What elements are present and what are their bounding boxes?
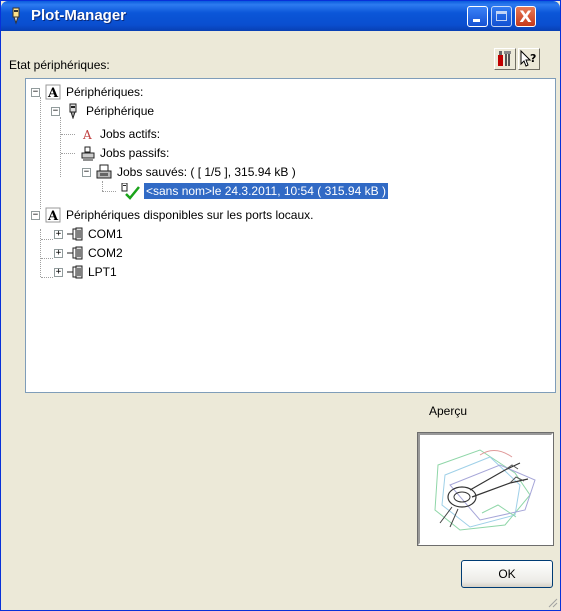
- tree-line: [40, 97, 41, 209]
- tree-line: [41, 277, 53, 278]
- expand-icon[interactable]: +: [54, 268, 63, 277]
- plot-a-icon: A: [80, 126, 96, 142]
- expand-icon[interactable]: +: [54, 249, 63, 258]
- tree-item-label: LPT1: [88, 265, 117, 279]
- font-a-icon: A: [45, 207, 61, 224]
- tree-item-label: Périphériques disponibles sur les ports …: [66, 208, 314, 222]
- context-help-icon: ?: [520, 49, 536, 67]
- collapse-icon[interactable]: −: [31, 211, 40, 220]
- font-a-icon: A: [45, 84, 61, 101]
- port-connector-icon: [67, 226, 83, 242]
- tree-item-label: Jobs passifs:: [100, 146, 170, 160]
- tree-line: [61, 153, 75, 154]
- resize-grip-icon[interactable]: [546, 596, 558, 608]
- context-help-button[interactable]: ?: [518, 48, 540, 70]
- title-bar[interactable]: Plot-Manager X: [1, 1, 560, 31]
- tree-line: [40, 229, 41, 277]
- tree-item-label: Périphérique: [86, 104, 155, 118]
- expand-icon[interactable]: +: [54, 230, 63, 239]
- tree-item-label: Périphériques:: [66, 85, 144, 99]
- port-connector-icon: [67, 264, 83, 280]
- device-status-label: Etat périphériques:: [9, 58, 110, 72]
- tree-line: [102, 191, 116, 192]
- collapse-icon[interactable]: −: [31, 88, 40, 97]
- tree-item-label: COM2: [88, 246, 123, 260]
- plotter-icon: [65, 103, 81, 120]
- preview-label: Aperçu: [429, 404, 468, 418]
- preview-pane: [417, 432, 554, 546]
- plotter-icon: [12, 7, 20, 25]
- minimize-button[interactable]: [467, 6, 488, 27]
- tree-line: [41, 258, 53, 259]
- svg-text:A: A: [47, 209, 59, 223]
- tree-line: [41, 239, 53, 240]
- collapse-icon[interactable]: −: [82, 168, 91, 177]
- svg-text:?: ?: [530, 52, 536, 65]
- tree-line: [61, 134, 75, 135]
- tree-item-label: <sans nom>le 24.3.2011, 10:54 ( 315.94 k…: [144, 183, 388, 199]
- svg-text:A: A: [82, 128, 92, 142]
- job-done-icon: [120, 182, 140, 200]
- device-tree[interactable]: − A Périphériques: − Périphérique A Jobs…: [25, 78, 556, 393]
- saved-jobs-icon: [96, 164, 112, 180]
- plot-preview-image: [434, 449, 536, 531]
- tree-line: [60, 117, 61, 177]
- tree-line: [102, 181, 103, 191]
- ok-button[interactable]: OK: [461, 560, 553, 588]
- port-connector-icon: [67, 245, 83, 261]
- plot-manager-window: Plot-Manager X Etat périphériques: ? − A…: [0, 0, 561, 611]
- svg-text:A: A: [47, 86, 59, 100]
- tree-item-label: Jobs sauvés: ( [ 1/5 ], 315.94 kB ): [117, 165, 296, 179]
- tree-item-label: Jobs actifs:: [100, 127, 161, 141]
- maximize-icon: [496, 11, 507, 21]
- close-button[interactable]: X: [515, 6, 536, 27]
- collapse-icon[interactable]: −: [51, 107, 60, 116]
- window-title: Plot-Manager: [31, 7, 127, 24]
- tools-icon: [498, 51, 511, 66]
- printer-tray-icon: [80, 145, 96, 161]
- maximize-button[interactable]: [491, 6, 512, 27]
- tree-item-label: COM1: [88, 227, 123, 241]
- close-icon: X: [519, 7, 532, 26]
- settings-tools-button[interactable]: [494, 48, 516, 70]
- minimize-icon: [473, 19, 480, 22]
